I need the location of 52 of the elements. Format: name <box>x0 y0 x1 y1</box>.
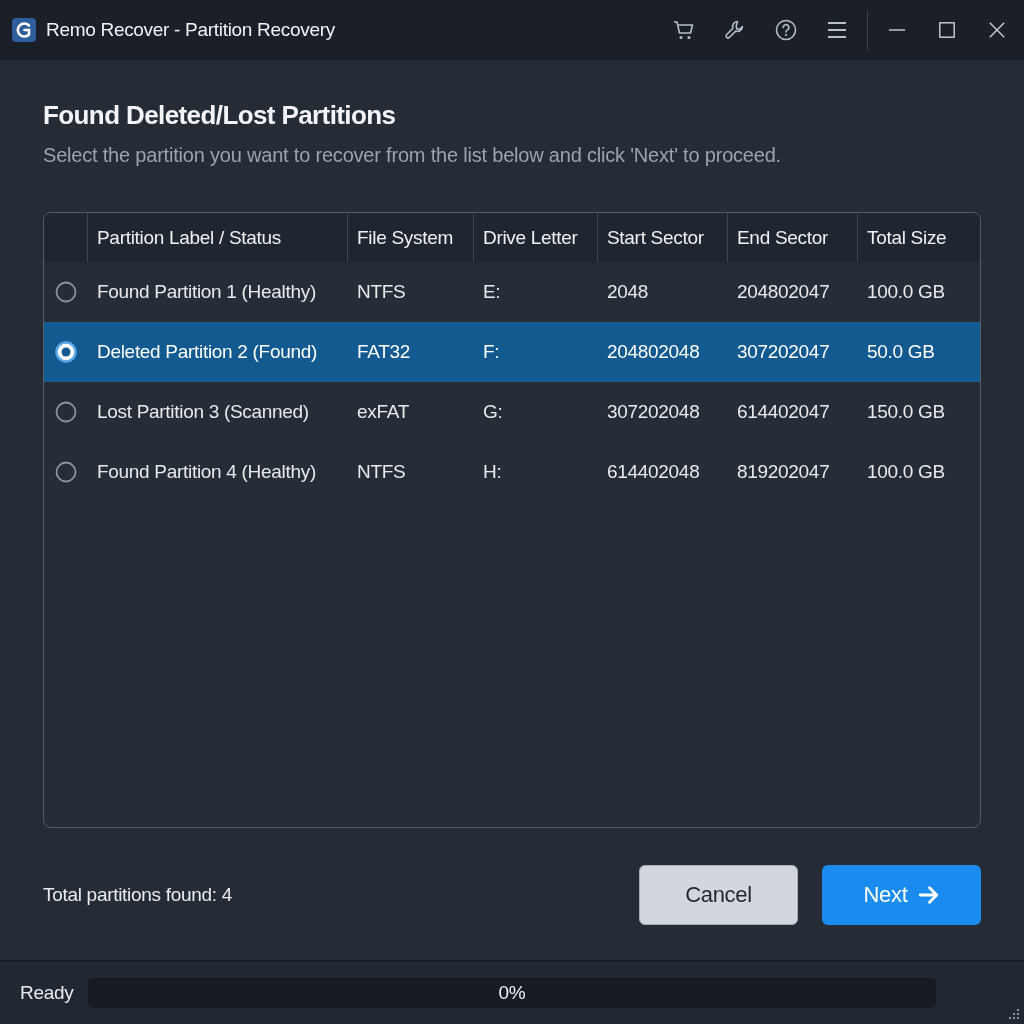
radio-button[interactable] <box>54 281 77 303</box>
table-cell-text: 2048 <box>606 281 650 303</box>
table-cell-text: 819202047 <box>736 461 831 483</box>
status-text: Ready <box>20 982 75 1004</box>
app-logo-icon <box>12 18 36 42</box>
table-cell-text: 614402048 <box>606 461 701 483</box>
help-icon[interactable] <box>774 18 798 42</box>
table-cell-text: 204802047 <box>736 281 831 303</box>
table-cell-text: NTFS <box>356 281 407 303</box>
table-cell-text: 204802048 <box>606 341 701 363</box>
column-header: Partition Label / Status <box>87 213 347 262</box>
column-header: Start Sector <box>597 213 727 262</box>
table-cell-text: Found Partition 1 (Healthy) <box>96 281 317 303</box>
table-cell-text: Found Partition 4 (Healthy) <box>96 461 317 483</box>
page-subtitle: Select the partition you want to recover from the list below and click 'Next' to proceed. <box>43 143 782 168</box>
cancel-button[interactable]: Cancel <box>639 865 798 925</box>
table-row[interactable]: Lost Partition 3 (Scanned) exFAT G: 307202048 614402047 150.0 GB <box>44 382 980 442</box>
partition-count: Total partitions found: 4 <box>43 884 232 906</box>
column-header: File System <box>347 213 473 262</box>
column-header: End Sector <box>727 213 857 262</box>
table-row[interactable]: Found Partition 1 (Healthy) NTFS E: 2048 204802047 100.0 GB <box>44 262 980 322</box>
table-cell-text: G: <box>482 401 504 423</box>
table-row[interactable]: Deleted Partition 2 (Found) FAT32 F: 204802048 307202047 50.0 GB <box>44 322 980 382</box>
page-heading: Found Deleted/Lost Partitions <box>43 99 397 131</box>
table-cell-text: 50.0 GB <box>866 341 936 363</box>
close-icon[interactable] <box>988 21 1006 39</box>
arrow-right-icon <box>917 884 940 906</box>
column-header: Total Size <box>857 213 980 262</box>
table-cell-text: E: <box>482 281 502 303</box>
maximize-icon[interactable] <box>938 21 956 39</box>
table-cell-text: Lost Partition 3 (Scanned) <box>96 401 310 423</box>
table-cell-text: F: <box>482 341 501 363</box>
resize-grip-icon[interactable] <box>1008 1008 1020 1020</box>
column-header: Drive Letter <box>473 213 597 262</box>
radio-button[interactable] <box>54 401 77 423</box>
radio-button[interactable] <box>54 461 77 483</box>
table-cell-text: 614402047 <box>736 401 831 423</box>
table-cell-text: exFAT <box>356 401 410 423</box>
cart-icon[interactable] <box>672 18 696 42</box>
table-cell-text: Deleted Partition 2 (Found) <box>96 341 319 363</box>
table-cell-text: 307202047 <box>736 341 831 363</box>
table-cell-text: 150.0 GB <box>866 401 946 423</box>
table-cell-text: NTFS <box>356 461 407 483</box>
table-cell-text: H: <box>482 461 503 483</box>
table-cell-text: 100.0 GB <box>866 461 946 483</box>
radio-button[interactable] <box>54 341 77 363</box>
table-row[interactable]: Found Partition 4 (Healthy) NTFS H: 614402048 819202047 100.0 GB <box>44 442 980 502</box>
table-cell-text: FAT32 <box>356 341 412 363</box>
progress-percent: 0% <box>498 982 526 1004</box>
table-cell-text: 100.0 GB <box>866 281 946 303</box>
window-title: Remo Recover - Partition Recovery <box>46 19 335 41</box>
table-cell-text: 307202048 <box>606 401 701 423</box>
